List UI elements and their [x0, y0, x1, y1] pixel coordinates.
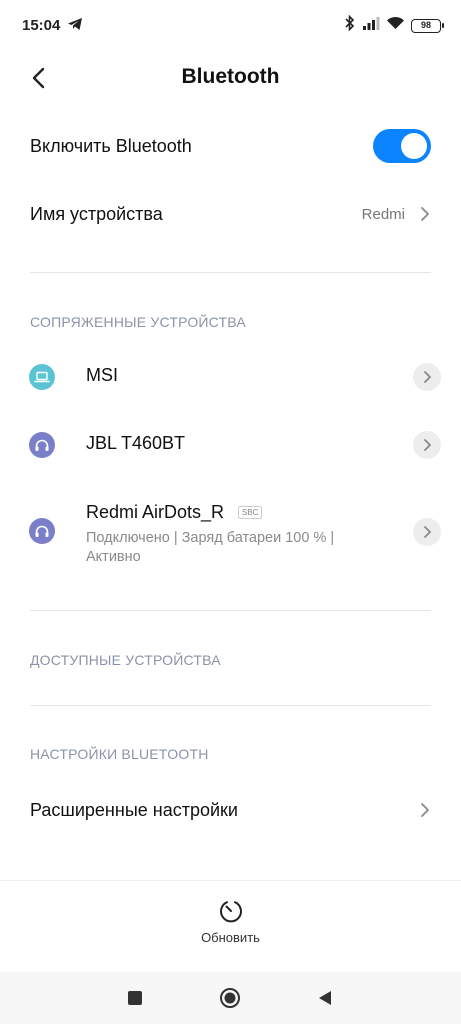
- paired-device-msi[interactable]: MSI: [0, 360, 461, 394]
- refresh-button[interactable]: Обновить: [0, 898, 461, 945]
- advanced-settings-label: Расширенные настройки: [30, 799, 238, 820]
- app-header: Bluetooth: [0, 54, 461, 102]
- paired-section-header: СОПРЯЖЕННЫЕ УСТРОЙСТВА: [30, 314, 246, 330]
- device-details-button[interactable]: [413, 363, 441, 391]
- back-triangle-icon: [319, 991, 331, 1005]
- device-details-button[interactable]: [413, 431, 441, 459]
- device-name: JBL T460BT: [86, 433, 186, 453]
- wifi-icon: [386, 16, 405, 35]
- status-bar: 15:04 98: [0, 0, 461, 54]
- divider: [30, 705, 431, 706]
- chevron-right-icon: [424, 371, 431, 383]
- device-name: Redmi AirDots_R: [86, 502, 225, 522]
- paired-device-redmi-airdots[interactable]: Redmi AirDots_R SBC Подключено | Заряд б…: [0, 498, 461, 570]
- device-status-line: Подключено | Заряд батареи 100 % |: [86, 530, 335, 546]
- bluetooth-toggle[interactable]: [373, 129, 431, 163]
- headphones-icon: [29, 432, 55, 458]
- headphones-icon: [29, 518, 55, 544]
- page-title: Bluetooth: [181, 65, 280, 88]
- laptop-icon: [29, 364, 55, 390]
- paired-device-jbl[interactable]: JBL T460BT: [0, 428, 461, 462]
- recents-button[interactable]: [121, 984, 149, 1012]
- back-nav-button[interactable]: [311, 984, 339, 1012]
- square-icon: [128, 991, 142, 1005]
- bluetooth-icon: [344, 14, 356, 36]
- device-status-line: Активно: [86, 549, 141, 565]
- divider: [30, 272, 431, 273]
- status-time: 15:04: [22, 17, 61, 34]
- enable-bluetooth-label: Включить Bluetooth: [30, 135, 192, 156]
- available-section-header: ДОСТУПНЫЕ УСТРОЙСТВА: [30, 652, 221, 668]
- device-name-row[interactable]: Имя устройства Redmi: [0, 200, 461, 228]
- divider: [0, 880, 461, 881]
- chevron-right-icon: [421, 207, 429, 221]
- refresh-icon: [219, 901, 242, 923]
- device-name-label: Имя устройства: [30, 203, 163, 224]
- signal-icon: [362, 16, 380, 35]
- battery-indicator: 98: [411, 18, 444, 33]
- chevron-right-icon: [424, 439, 431, 451]
- status-icons: 98: [344, 14, 444, 36]
- toggle-knob: [401, 133, 427, 159]
- refresh-label: Обновить: [201, 930, 260, 945]
- home-button[interactable]: [216, 984, 244, 1012]
- chevron-right-icon: [424, 526, 431, 538]
- device-details-button[interactable]: [413, 518, 441, 546]
- home-circle-icon: [220, 988, 240, 1008]
- device-name: MSI: [86, 365, 119, 385]
- advanced-settings-row[interactable]: Расширенные настройки: [0, 796, 461, 824]
- enable-bluetooth-row[interactable]: Включить Bluetooth: [0, 129, 461, 163]
- device-name-value: Redmi: [361, 205, 405, 223]
- chevron-right-icon: [421, 803, 429, 817]
- codec-badge: SBC: [238, 506, 263, 519]
- system-nav-bar: [0, 972, 461, 1024]
- bt-settings-section-header: НАСТРОЙКИ BLUETOOTH: [30, 746, 209, 762]
- divider: [30, 610, 431, 611]
- telegram-icon: [67, 17, 83, 36]
